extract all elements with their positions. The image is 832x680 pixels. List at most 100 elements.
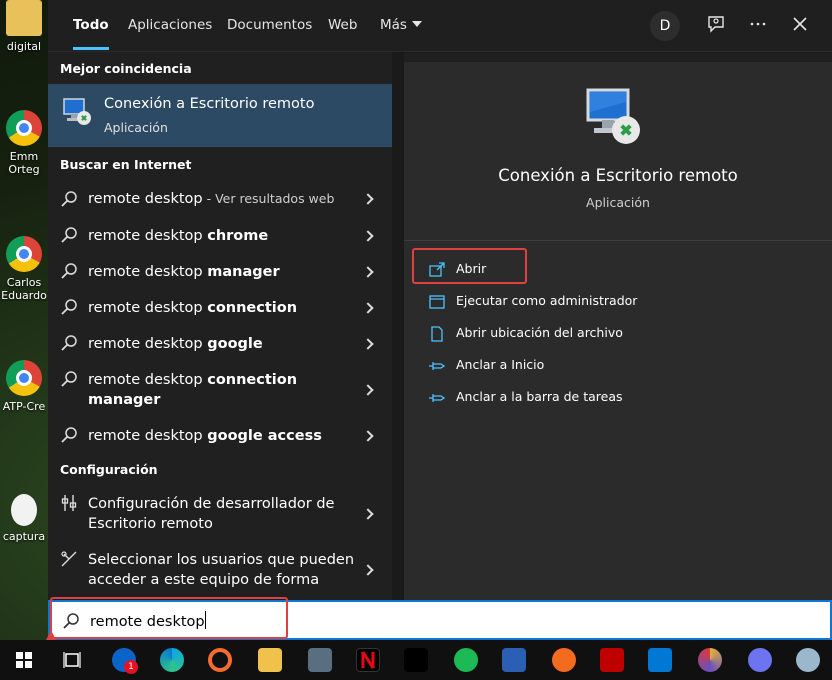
desktop-icon-chrome-3[interactable]: ATP-Cre <box>0 360 48 413</box>
spotify-icon <box>454 648 478 672</box>
calculator-icon <box>308 648 332 672</box>
best-match-item[interactable]: Conexión a Escritorio remoto Aplicación <box>48 84 392 147</box>
file-location-icon <box>431 326 443 342</box>
start-button[interactable] <box>10 646 38 674</box>
task-view-button[interactable] <box>58 646 86 674</box>
more-icon[interactable] <box>746 14 770 38</box>
taskbar-mail[interactable]: 1 <box>110 646 138 674</box>
task-view-icon <box>63 652 81 668</box>
folder-icon <box>6 0 42 36</box>
search-icon <box>61 335 77 351</box>
run-as-admin-icon <box>429 295 445 309</box>
details-title: Conexión a Escritorio remoto <box>498 166 738 185</box>
taskbar-vpn[interactable] <box>402 646 430 674</box>
desktop-icon-file[interactable]: captura <box>0 494 48 543</box>
config-result-item[interactable]: Configuración de desarrollador de Escrito… <box>48 486 392 542</box>
config-result-text: Configuración de desarrollador de Escrito… <box>88 494 358 534</box>
internet-result-text: remote desktop connection <box>88 298 358 318</box>
query-prefix: remote desktop <box>88 191 203 207</box>
tab-todo[interactable]: Todo <box>73 0 109 52</box>
taskbar-edge[interactable] <box>158 646 186 674</box>
taskbar-brave[interactable] <box>550 646 578 674</box>
taskbar-network[interactable] <box>500 646 528 674</box>
taskbar-settings-app[interactable] <box>746 646 774 674</box>
search-icon <box>61 227 77 243</box>
remote-desktop-icon <box>586 88 640 144</box>
internet-result-item[interactable]: remote desktop google access <box>48 418 392 454</box>
taskbar-file-explorer[interactable] <box>256 646 284 674</box>
folder-icon <box>258 648 282 672</box>
chevron-right-icon <box>362 430 374 442</box>
internet-result-item[interactable]: remote desktop connection <box>48 290 392 326</box>
internet-result-text: remote desktop google access <box>88 426 358 446</box>
config-line1: Seleccionar los usuarios que pueden <box>88 552 355 568</box>
highlight-box-search <box>50 597 288 639</box>
tab-web[interactable]: Web <box>328 0 357 52</box>
tab-aplicaciones[interactable]: Aplicaciones <box>128 0 212 52</box>
taskbar-netflix[interactable] <box>354 646 382 674</box>
taskbar-spotify[interactable] <box>452 646 480 674</box>
internet-result-item[interactable]: remote desktop - Ver resultados web <box>48 182 392 218</box>
desktop-icon-label: captura <box>2 530 46 543</box>
avatar[interactable]: D <box>650 11 680 41</box>
close-icon[interactable] <box>788 14 812 38</box>
brave-icon <box>552 648 576 672</box>
results-scrollbar[interactable] <box>392 52 404 600</box>
internet-result-text: remote desktop manager <box>88 262 358 282</box>
taskbar-browser[interactable] <box>794 646 822 674</box>
query-bold: google access <box>207 428 322 444</box>
search-icon <box>61 191 77 207</box>
tab-mas[interactable]: Más <box>380 0 422 52</box>
config-line1: Configuración de desarrollador de <box>88 496 335 512</box>
query-prefix: remote desktop <box>88 264 208 280</box>
search-icon <box>61 263 77 279</box>
internet-result-item[interactable]: remote desktop google <box>48 326 392 362</box>
taskbar: 1 <box>0 640 832 680</box>
query-bold-line2: manager <box>88 392 161 408</box>
taskbar-filezilla[interactable] <box>598 646 626 674</box>
cursor-pointer <box>46 630 56 640</box>
tab-documentos[interactable]: Documentos <box>227 0 312 52</box>
chevron-down-icon <box>411 21 422 27</box>
query-prefix: remote desktop <box>88 228 208 244</box>
query-bold: connection <box>207 300 298 316</box>
chevron-right-icon <box>362 338 374 350</box>
internet-result-item[interactable]: remote desktop chrome <box>48 218 392 254</box>
divider <box>404 240 832 241</box>
pin-icon <box>429 362 446 370</box>
taskbar-chrome-canary[interactable] <box>696 646 724 674</box>
desktop-icon-label: Emm Orteg <box>8 150 40 176</box>
taskbar-calculator[interactable] <box>306 646 334 674</box>
netflix-icon <box>356 648 380 672</box>
config-result-item[interactable]: Seleccionar los usuarios que pueden acced… <box>48 542 392 600</box>
desktop-icon-label: Carlos Eduardo <box>1 276 47 302</box>
internet-result-item[interactable]: remote desktop connection manager <box>48 362 392 418</box>
search-icon <box>61 427 77 443</box>
desktop-icon-folder[interactable]: digital <box>0 0 48 53</box>
best-match-subtitle: Aplicación <box>104 120 168 135</box>
chevron-right-icon <box>362 193 374 205</box>
action-label: Abrir ubicación del archivo <box>456 325 623 340</box>
remote-users-icon <box>61 551 77 567</box>
query-bold: connection <box>207 372 298 388</box>
chevron-right-icon <box>362 564 374 576</box>
taskbar-origin[interactable] <box>206 646 234 674</box>
feedback-icon[interactable] <box>704 14 728 38</box>
chevron-right-icon <box>362 230 374 242</box>
globe-icon <box>796 648 820 672</box>
mail-badge: 1 <box>124 660 138 674</box>
vpn-icon <box>404 648 428 672</box>
query-suffix: - Ver resultados web <box>202 191 335 206</box>
query-prefix: remote desktop <box>88 428 208 444</box>
desktop-icon-chrome-2[interactable]: Carlos Eduardo <box>0 236 48 302</box>
internet-result-text: remote desktop google <box>88 334 358 354</box>
open-icon <box>429 262 445 277</box>
taskbar-vscode[interactable] <box>646 646 674 674</box>
internet-result-item[interactable]: remote desktop manager <box>48 254 392 290</box>
desktop-icon-chrome-1[interactable]: Emm Orteg <box>0 110 48 176</box>
query-prefix: remote desktop <box>88 300 208 316</box>
remote-desktop-icon <box>63 98 91 125</box>
results-list: Mejor coincidencia Conexión a Escritorio… <box>48 52 392 600</box>
origin-icon <box>208 648 232 672</box>
internet-result-text: remote desktop connection manager <box>88 370 358 410</box>
